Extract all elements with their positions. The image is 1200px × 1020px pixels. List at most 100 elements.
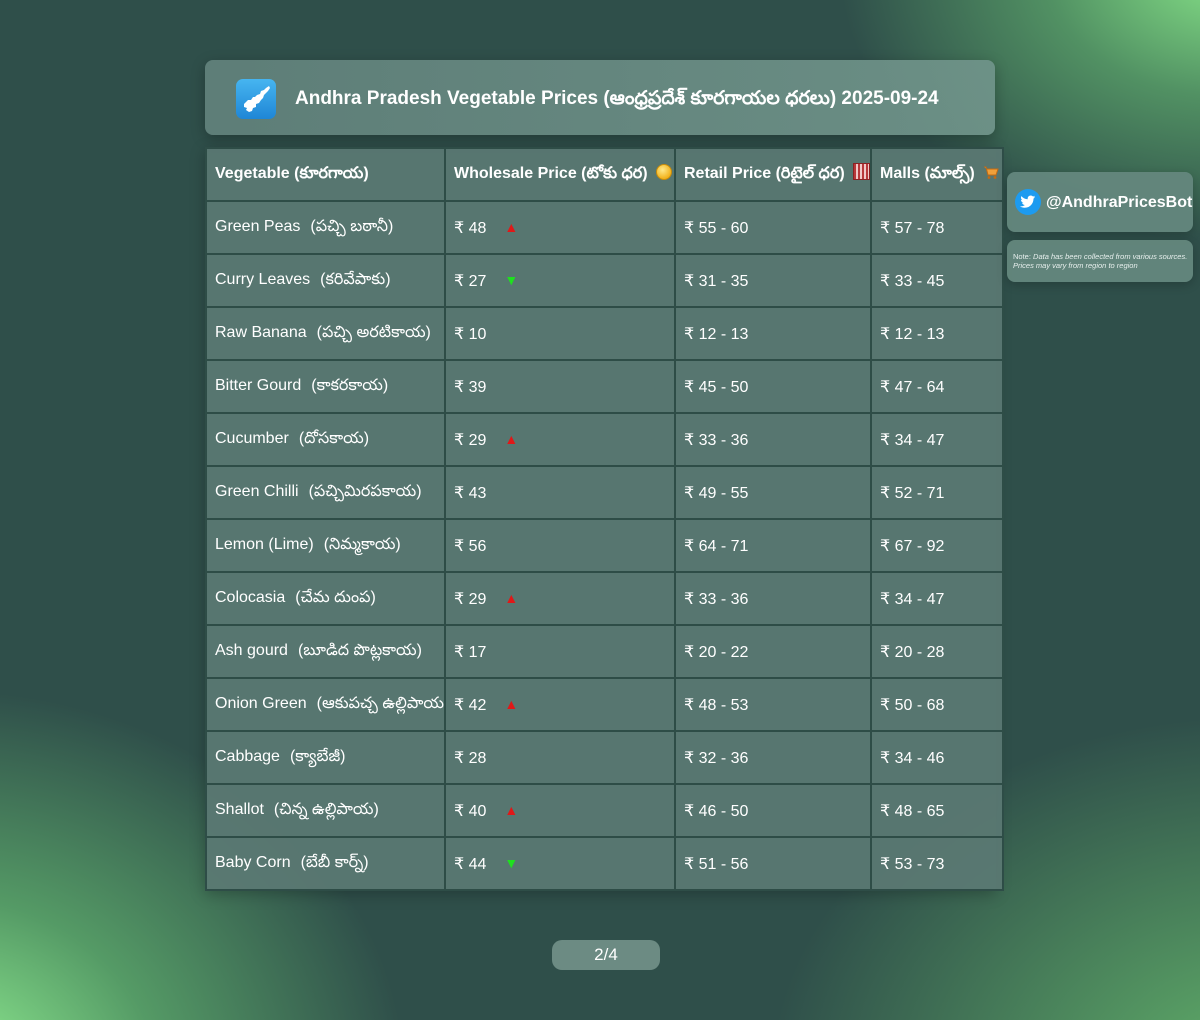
- malls-price-cell: ₹ 57 - 78: [870, 200, 1004, 255]
- coin-icon: [656, 163, 673, 180]
- wholesale-price: ₹ 29: [454, 590, 487, 608]
- data-source-note: Note: Data has been collected from vario…: [1013, 252, 1188, 270]
- malls-price-cell: ₹ 48 - 65: [870, 783, 1004, 838]
- price-table: Vegetable (కూరగాయ) Wholesale Price (టోకు…: [205, 147, 1004, 891]
- table-row: Cabbage (క్యాబేజీ) ₹ 28 ₹ 32 - 36 ₹ 34 - 46: [205, 730, 1004, 785]
- vegetable-telugu-name: (నిమ్మకాయ): [323, 535, 401, 553]
- note-card: Note: Data has been collected from vario…: [1007, 240, 1193, 282]
- vegetable-telugu-name: (చిన్న ఉల్లిపాయ): [273, 800, 379, 818]
- retail-price-cell: ₹ 31 - 35: [674, 253, 872, 308]
- trend-up-icon: ▲: [504, 218, 519, 235]
- trend-up-icon: ▲: [504, 801, 519, 818]
- table-row: Shallot (చిన్న ఉల్లిపాయ) ₹ 40 ▲ ₹ 46 - 50 ₹ 4…: [205, 783, 1004, 838]
- retail-price-cell: ₹ 64 - 71: [674, 518, 872, 573]
- vegetable-name: Onion Green: [215, 694, 307, 712]
- table-header-row: Vegetable (కూరగాయ) Wholesale Price (టోకు…: [205, 147, 1004, 202]
- wholesale-price: ₹ 29: [454, 431, 487, 449]
- vegetable-telugu-name: (కరివేపాకు): [320, 270, 391, 288]
- wholesale-price: ₹ 56: [454, 537, 487, 555]
- twitter-handle-card[interactable]: @AndhraPricesBot: [1007, 172, 1193, 232]
- malls-price-cell: ₹ 52 - 71: [870, 465, 1004, 520]
- retail-price-cell: ₹ 33 - 36: [674, 571, 872, 626]
- vegetable-cell: Colocasia (చేమ దుంప): [205, 571, 446, 626]
- wholesale-price-cell: ₹ 29 ▲: [444, 571, 676, 626]
- vegetable-telugu-name: (క్యాబేజీ): [289, 747, 346, 765]
- vegetable-name: Ash gourd: [215, 641, 288, 659]
- vegetable-telugu-name: (పచ్చి అరటికాయ): [316, 323, 431, 341]
- malls-price-cell: ₹ 67 - 92: [870, 518, 1004, 573]
- vegetable-telugu-name: (దోసకాయ): [298, 429, 370, 447]
- wholesale-price: ₹ 28: [454, 749, 487, 767]
- vegetable-name: Curry Leaves: [215, 270, 311, 288]
- retail-price-cell: ₹ 45 - 50: [674, 359, 872, 414]
- vegetable-cell: Lemon (Lime) (నిమ్మకాయ): [205, 518, 446, 573]
- retail-price-cell: ₹ 20 - 22: [674, 624, 872, 679]
- page-title: Andhra Pradesh Vegetable Prices (ఆంధ్రప్…: [295, 88, 939, 109]
- retail-price-cell: ₹ 48 - 53: [674, 677, 872, 732]
- malls-price-cell: ₹ 34 - 47: [870, 571, 1004, 626]
- malls-price-cell: ₹ 20 - 28: [870, 624, 1004, 679]
- vegetable-name: Lemon (Lime): [215, 535, 314, 553]
- vegetable-cell: Ash gourd (బూడిద పొట్లకాయ): [205, 624, 446, 679]
- vegetable-name: Raw Banana: [215, 323, 307, 341]
- vegetable-name: Colocasia: [215, 588, 286, 606]
- column-header-wholesale: Wholesale Price (టోకు ధర): [444, 147, 676, 202]
- column-header-retail: Retail Price (రిటైల్ ధర): [674, 147, 872, 202]
- table-row: Colocasia (చేమ దుంప) ₹ 29 ▲ ₹ 33 - 36 ₹ 34 - …: [205, 571, 1004, 626]
- trend-down-icon: ▼: [504, 854, 519, 871]
- retail-price-cell: ₹ 33 - 36: [674, 412, 872, 467]
- table-row: Onion Green (ఆకుపచ్చ ఉల్లిపాయ) ₹ 42 ▲ ₹ 48 -…: [205, 677, 1004, 732]
- vegetable-telugu-name: (ఆకుపచ్చ ఉల్లిపాయ): [316, 694, 445, 712]
- malls-price-cell: ₹ 12 - 13: [870, 306, 1004, 361]
- wholesale-price-cell: ₹ 28: [444, 730, 676, 785]
- wholesale-price-cell: ₹ 27 ▼: [444, 253, 676, 308]
- vegetable-cell: Cabbage (క్యాబేజీ): [205, 730, 446, 785]
- header-bar: Andhra Pradesh Vegetable Prices (ఆంధ్రప్…: [205, 60, 995, 135]
- table-row: Raw Banana (పచ్చి అరటికాయ) ₹ 10 ₹ 12 - 13 ₹ …: [205, 306, 1004, 361]
- wholesale-price: ₹ 27: [454, 272, 487, 290]
- retail-price-cell: ₹ 46 - 50: [674, 783, 872, 838]
- trend-up-icon: ▲: [504, 589, 519, 606]
- wholesale-price: ₹ 48: [454, 219, 487, 237]
- table-row: Baby Corn (బేబీ కార్న్) ₹ 44 ▼ ₹ 51 - 56 ₹ 53…: [205, 836, 1004, 891]
- trend-up-icon: ▲: [504, 430, 519, 447]
- table-row: Green Peas (పచ్చి బఠానీ) ₹ 48 ▲ ₹ 55 - 60 ₹ 5…: [205, 200, 1004, 255]
- table-row: Bitter Gourd (కాకరకాయ) ₹ 39 ₹ 45 - 50 ₹ 47 -…: [205, 359, 1004, 414]
- vegetable-telugu-name: (పచ్చిమిరపకాయ): [308, 482, 422, 500]
- vegetable-cell: Cucumber (దోసకాయ): [205, 412, 446, 467]
- wholesale-price-cell: ₹ 17: [444, 624, 676, 679]
- wholesale-price: ₹ 17: [454, 643, 487, 661]
- table-row: Ash gourd (బూడిద పొట్లకాయ) ₹ 17 ₹ 20 - 22 ₹ …: [205, 624, 1004, 679]
- column-header-vegetable: Vegetable (కూరగాయ): [205, 147, 446, 202]
- wholesale-price-cell: ₹ 43: [444, 465, 676, 520]
- page-indicator[interactable]: 2/4: [552, 940, 660, 970]
- vegetable-cell: Raw Banana (పచ్చి అరటికాయ): [205, 306, 446, 361]
- wholesale-price-cell: ₹ 29 ▲: [444, 412, 676, 467]
- vegetable-telugu-name: (బేబీ కార్న్): [300, 853, 369, 871]
- retail-price-cell: ₹ 12 - 13: [674, 306, 872, 361]
- vegetable-cell: Shallot (చిన్న ఉల్లిపాయ): [205, 783, 446, 838]
- twitter-handle: @AndhraPricesBot: [1046, 194, 1193, 211]
- malls-price-cell: ₹ 34 - 46: [870, 730, 1004, 785]
- wholesale-price-cell: ₹ 39: [444, 359, 676, 414]
- malls-price-cell: ₹ 33 - 45: [870, 253, 1004, 308]
- trend-up-icon: ▲: [504, 695, 519, 712]
- wholesale-price: ₹ 40: [454, 802, 487, 820]
- wholesale-price: ₹ 43: [454, 484, 487, 502]
- wholesale-price: ₹ 10: [454, 325, 487, 343]
- wholesale-price-cell: ₹ 10: [444, 306, 676, 361]
- vegetable-name: Cucumber: [215, 429, 289, 447]
- vegetable-telugu-name: (చేమ దుంప): [295, 588, 376, 606]
- vegetable-telugu-name: (కాకరకాయ): [311, 376, 389, 394]
- building-icon: [853, 163, 869, 180]
- wholesale-price-cell: ₹ 48 ▲: [444, 200, 676, 255]
- twitter-bird-icon: [1015, 189, 1041, 215]
- table-row: Cucumber (దోసకాయ) ₹ 29 ▲ ₹ 33 - 36 ₹ 34 - 47: [205, 412, 1004, 467]
- malls-price-cell: ₹ 50 - 68: [870, 677, 1004, 732]
- andhra-pradesh-map-icon: [236, 79, 276, 119]
- wholesale-price-cell: ₹ 40 ▲: [444, 783, 676, 838]
- vegetable-name: Bitter Gourd: [215, 376, 302, 394]
- vegetable-cell: Bitter Gourd (కాకరకాయ): [205, 359, 446, 414]
- vegetable-cell: Curry Leaves (కరివేపాకు): [205, 253, 446, 308]
- retail-price-cell: ₹ 51 - 56: [674, 836, 872, 891]
